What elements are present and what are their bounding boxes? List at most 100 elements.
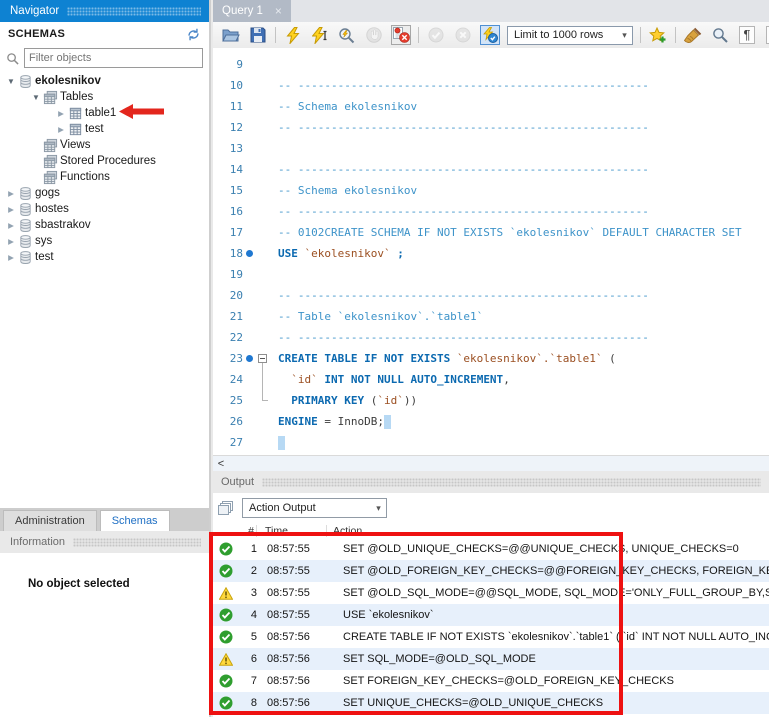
chevron-collapsed-icon[interactable]: ▶ (4, 205, 18, 214)
line-number: 13 (213, 142, 243, 155)
fold-column (256, 285, 270, 306)
wrap-text-icon[interactable] (764, 25, 769, 45)
commit-icon[interactable] (426, 25, 446, 45)
row-time: 08:57:55 (259, 543, 337, 555)
sidebar-item-stored-procedures[interactable]: Stored Procedures (0, 153, 209, 169)
code-line: 15-- Schema ekolesnikov (213, 180, 769, 201)
execute-icon[interactable] (283, 25, 303, 45)
tree-item-label: test (35, 251, 54, 263)
sidebar-item-sbastrakov[interactable]: ▶sbastrakov (0, 217, 209, 233)
tab-schemas[interactable]: Schemas (100, 510, 170, 531)
sidebar-item-ekolesnikov[interactable]: ▼ekolesnikov (0, 73, 209, 89)
sidebar-item-functions[interactable]: Functions (0, 169, 209, 185)
code-segment: USE (278, 247, 305, 260)
refresh-schemas-icon[interactable] (186, 28, 201, 41)
table-icon (68, 122, 85, 137)
row-time: 08:57:55 (259, 587, 337, 599)
explain-plan-icon[interactable] (337, 25, 357, 45)
fold-column (256, 117, 270, 138)
editor-tabbar: Query 1 × (213, 0, 769, 22)
save-snippet-icon[interactable] (648, 25, 668, 45)
toolbar-separator (640, 27, 641, 43)
line-number: 20 (213, 289, 243, 302)
chevron-expanded-icon[interactable]: ▼ (29, 93, 43, 102)
code-segment: `ekolesnikov` (305, 247, 391, 260)
sidebar-item-test[interactable]: ▶ test (0, 249, 209, 265)
chevron-collapsed-icon[interactable]: ▶ (4, 221, 18, 230)
line-number: 16 (213, 205, 243, 218)
chevron-collapsed-icon[interactable]: ▶ (4, 237, 18, 246)
close-tab-icon[interactable]: × (275, 6, 282, 16)
row-action: SET @OLD_UNIQUE_CHECKS=@@UNIQUE_CHECKS, … (337, 543, 739, 555)
line-number: 9 (213, 58, 243, 71)
fold-column (256, 390, 270, 411)
code-line: 13 (213, 138, 769, 159)
line-number: 23 (213, 352, 243, 365)
line-number: 19 (213, 268, 243, 281)
sidebar-item-sys[interactable]: ▶sys (0, 233, 209, 249)
output-view-dropdown[interactable]: Action Output ▾ (242, 498, 387, 518)
execute-current-statement-icon[interactable] (310, 25, 330, 45)
tab-administration[interactable]: Administration (3, 510, 97, 531)
output-row[interactable]: 508:57:56CREATE TABLE IF NOT EXISTS `eko… (213, 626, 769, 648)
code-segment (278, 394, 291, 407)
code-text: `id` INT NOT NULL AUTO_INCREMENT, (270, 373, 510, 386)
code-line: 11-- Schema ekolesnikov (213, 96, 769, 117)
find-icon[interactable] (710, 25, 730, 45)
output-row[interactable]: 608:57:56SET SQL_MODE=@OLD_SQL_MODE (213, 648, 769, 670)
tab-query-1[interactable]: Query 1 × (213, 0, 291, 22)
chevron-collapsed-icon[interactable]: ▶ (54, 109, 68, 118)
sidebar-item-table1[interactable]: ▶table1 (0, 105, 209, 121)
editor-toolbar: Limit to 1000 rows▾ ¶ (213, 22, 769, 49)
fold-column (256, 138, 270, 159)
stop-on-error-icon[interactable] (391, 25, 411, 45)
output-view-value: Action Output (243, 502, 371, 514)
scroll-left-button[interactable]: < (213, 457, 229, 471)
output-panel: Output Action Output ▾ #TimeAction 108:5… (213, 471, 769, 717)
chevron-collapsed-icon[interactable]: ▶ (54, 125, 68, 134)
output-row[interactable]: 808:57:56SET UNIQUE_CHECKS=@OLD_UNIQUE_C… (213, 692, 769, 714)
sidebar-item-test[interactable]: ▶ test (0, 121, 209, 137)
output-row[interactable]: 108:57:55SET @OLD_UNIQUE_CHECKS=@@UNIQUE… (213, 538, 769, 560)
fold-collapse-icon[interactable] (258, 354, 267, 363)
code-segment: `id` (291, 373, 318, 386)
beautify-icon[interactable] (683, 25, 703, 45)
fold-column[interactable] (256, 348, 270, 369)
autocommit-icon[interactable] (480, 25, 500, 45)
code-line: 26ENGINE = InnoDB; (213, 411, 769, 432)
output-row[interactable]: 708:57:56SET FOREIGN_KEY_CHECKS=@OLD_FOR… (213, 670, 769, 692)
sidebar-item-views[interactable]: Views (0, 137, 209, 153)
line-number: 12 (213, 121, 243, 134)
stop-execution-icon[interactable] (364, 25, 384, 45)
output-row[interactable]: 208:57:55SET @OLD_FOREIGN_KEY_CHECKS=@@F… (213, 560, 769, 582)
editor-horizontal-scrollbar[interactable]: < (213, 455, 769, 471)
code-segment: -- Schema ekolesnikov (278, 184, 417, 197)
toggle-invisibles-icon[interactable]: ¶ (737, 25, 757, 45)
chevron-collapsed-icon[interactable]: ▶ (4, 253, 18, 262)
code-line: 24 `id` INT NOT NULL AUTO_INCREMENT, (213, 369, 769, 390)
code-text (270, 436, 285, 450)
limit-rows-dropdown[interactable]: Limit to 1000 rows▾ (507, 26, 633, 45)
tables-folder-icon (43, 90, 60, 105)
save-script-icon[interactable] (248, 25, 268, 45)
sidebar-item-hostes[interactable]: ▶ hostes (0, 201, 209, 217)
chevron-expanded-icon[interactable]: ▼ (4, 77, 18, 86)
rollback-icon[interactable] (453, 25, 473, 45)
filter-objects-input[interactable] (24, 48, 203, 68)
output-row[interactable]: 408:57:55USE `ekolesnikov` (213, 604, 769, 626)
chevron-collapsed-icon[interactable]: ▶ (4, 189, 18, 198)
output-row[interactable]: 308:57:55SET @OLD_SQL_MODE=@@SQL_MODE, S… (213, 582, 769, 604)
sidebar-item-gogs[interactable]: ▶gogs (0, 185, 209, 201)
mysql-workbench-window: { "navigator": { "title": "Navigator", "… (0, 0, 769, 717)
sql-editor[interactable]: 910-- ----------------------------------… (213, 48, 769, 455)
sidebar-item-tables[interactable]: ▼Tables (0, 89, 209, 105)
code-segment: `ekolesnikov`.`table1` (457, 352, 603, 365)
code-text: -- -------------------------------------… (270, 331, 649, 344)
row-action: SET UNIQUE_CHECKS=@OLD_UNIQUE_CHECKS (337, 697, 603, 709)
tree-item-label: test (85, 123, 104, 135)
code-text: -- -------------------------------------… (270, 205, 649, 218)
open-script-icon[interactable] (221, 25, 241, 45)
tree-item-label: hostes (35, 203, 69, 215)
line-number: 11 (213, 100, 243, 113)
code-text: -- -------------------------------------… (270, 163, 649, 176)
